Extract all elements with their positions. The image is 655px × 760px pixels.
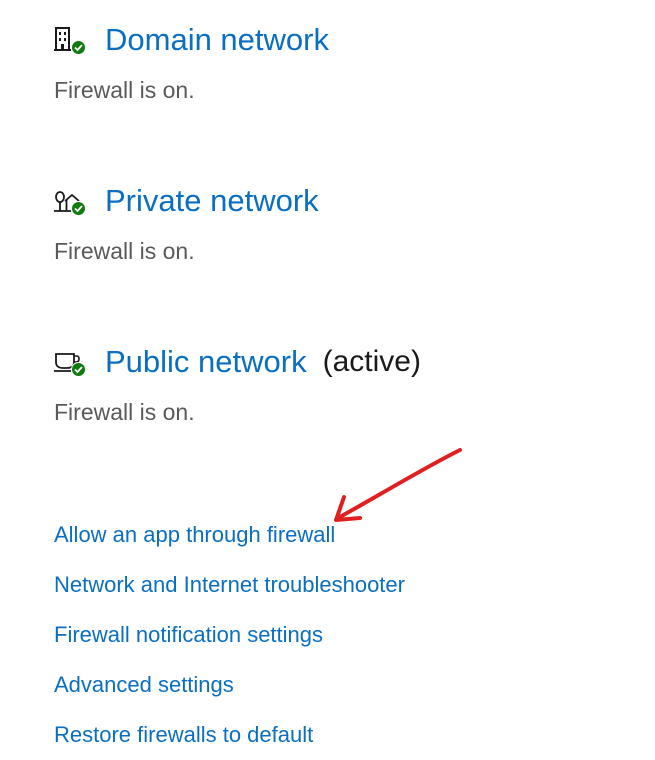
- network-private-header: Private network: [54, 181, 319, 221]
- network-public-header: Public network (active): [54, 342, 421, 382]
- troubleshooter-link[interactable]: Network and Internet troubleshooter: [54, 570, 405, 600]
- restore-defaults-link[interactable]: Restore firewalls to default: [54, 720, 313, 750]
- network-domain: Domain network Firewall is on.: [54, 20, 329, 105]
- network-title[interactable]: Domain network: [105, 20, 329, 60]
- home-network-icon: [54, 187, 86, 216]
- network-title[interactable]: Private network: [105, 181, 319, 221]
- network-domain-header: Domain network: [54, 20, 329, 60]
- network-private: Private network Firewall is on.: [54, 181, 319, 266]
- checkmark-shield-icon: [71, 201, 86, 216]
- active-badge: (active): [322, 345, 421, 378]
- firewall-status: Firewall is on.: [54, 238, 195, 264]
- checkmark-shield-icon: [71, 362, 86, 377]
- building-icon: [54, 26, 86, 55]
- notification-settings-link[interactable]: Firewall notification settings: [54, 620, 323, 650]
- firewall-status: Firewall is on.: [54, 77, 195, 103]
- checkmark-shield-icon: [71, 40, 86, 55]
- network-title[interactable]: Public network: [105, 342, 307, 382]
- coffee-cup-icon: [54, 348, 86, 377]
- advanced-settings-link[interactable]: Advanced settings: [54, 670, 234, 700]
- allow-app-link[interactable]: Allow an app through firewall: [54, 520, 335, 550]
- network-public: Public network (active) Firewall is on.: [54, 342, 421, 427]
- firewall-status: Firewall is on.: [54, 399, 195, 425]
